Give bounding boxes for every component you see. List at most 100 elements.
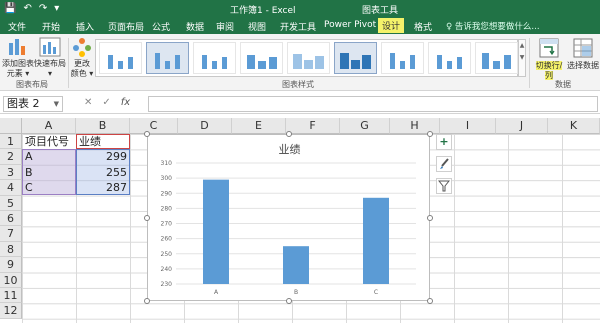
chart-styles-button[interactable]	[436, 156, 452, 172]
tab-file[interactable]: 文件	[8, 20, 26, 33]
y-tick-label: 250	[161, 251, 173, 258]
confirm-icon[interactable]: ✓	[102, 97, 110, 108]
tab-formulas[interactable]: 公式	[152, 20, 170, 33]
formula-input[interactable]	[148, 96, 598, 112]
column-header-d[interactable]: D	[178, 118, 232, 134]
resize-handle[interactable]	[144, 131, 150, 137]
select-data-label: 选择数据	[567, 61, 599, 70]
resize-handle[interactable]	[427, 131, 433, 137]
tab-page-layout[interactable]: 页面布局	[108, 20, 144, 33]
row-header-1[interactable]: 1	[0, 134, 22, 150]
tab-review[interactable]: 审阅	[216, 20, 234, 33]
chart-styles-gallery[interactable]	[95, 39, 518, 77]
chart-style-8[interactable]	[428, 42, 471, 74]
cell-a4[interactable]: C	[22, 180, 76, 195]
bar-b[interactable]	[283, 246, 309, 284]
group-label-layout: 图表布局	[16, 80, 48, 89]
switch-row-column-icon	[539, 38, 559, 58]
row-header-7[interactable]: 7	[0, 226, 22, 242]
column-header-b[interactable]: B	[76, 118, 130, 134]
insert-function-button[interactable]: fx	[121, 97, 130, 108]
row-header-8[interactable]: 8	[0, 241, 22, 258]
column-header-c[interactable]: C	[130, 118, 178, 134]
select-data-button[interactable]: 选择数据	[566, 37, 600, 71]
chart-style-3[interactable]	[193, 42, 236, 74]
column-header-k[interactable]: K	[548, 118, 600, 134]
resize-handle[interactable]	[427, 298, 433, 304]
select-all-corner[interactable]	[0, 118, 22, 134]
row-header-12[interactable]: 12	[0, 303, 22, 319]
customize-icon[interactable]: ▾	[54, 2, 59, 15]
add-chart-element-button[interactable]: 添加图表 元素 ▾	[2, 37, 34, 79]
tab-data[interactable]: 数据	[186, 20, 204, 33]
brush-icon	[440, 158, 449, 169]
chart-style-5[interactable]	[287, 42, 330, 74]
redo-icon[interactable]: ↷	[39, 2, 47, 15]
chart-elements-button[interactable]: +	[436, 134, 452, 150]
name-box-value: 图表 2	[7, 97, 40, 110]
chart-filters-button[interactable]	[436, 178, 452, 194]
quick-layout-label: 快速布局 ▾	[34, 59, 66, 78]
select-data-icon	[573, 38, 593, 58]
column-header-e[interactable]: E	[232, 118, 286, 134]
row-header-6[interactable]: 6	[0, 211, 22, 227]
column-header-i[interactable]: I	[440, 118, 496, 134]
cell-b3[interactable]: 255	[76, 165, 130, 180]
tab-design[interactable]: 设计	[378, 18, 405, 33]
resize-handle[interactable]	[286, 298, 292, 304]
cell-a2[interactable]: A	[22, 149, 76, 164]
bar-a[interactable]	[203, 179, 229, 284]
y-tick-label: 280	[161, 205, 173, 212]
resize-handle[interactable]	[286, 131, 292, 137]
chart-area[interactable]: 业绩 230 240 250 260 270 280 290 300 310 A B C	[144, 131, 433, 304]
cell-b2[interactable]: 299	[76, 149, 130, 164]
save-icon[interactable]: 💾	[4, 2, 16, 15]
x-tick-label: B	[294, 289, 298, 296]
change-colors-button[interactable]: 更改 颜色 ▾	[70, 37, 94, 79]
chart-style-1[interactable]	[99, 42, 142, 74]
cell-a1[interactable]: 项目代号	[22, 134, 76, 149]
gallery-scroll[interactable]: ▲ ▼	[518, 39, 526, 77]
resize-handle[interactable]	[144, 215, 150, 221]
column-header-a[interactable]: A	[22, 118, 76, 134]
tab-view[interactable]: 视图	[248, 20, 266, 33]
x-tick-label: C	[374, 289, 378, 296]
chart-style-2[interactable]	[146, 42, 189, 74]
cancel-icon[interactable]: ✕	[84, 97, 92, 108]
cell-b4[interactable]: 287	[76, 180, 130, 195]
row-header-2[interactable]: 2	[0, 149, 22, 165]
chart-style-9[interactable]	[475, 42, 518, 74]
resize-handle[interactable]	[427, 215, 433, 221]
row-header-3[interactable]: 3	[0, 164, 22, 181]
column-header-g[interactable]: G	[340, 118, 390, 134]
column-header-j[interactable]: J	[496, 118, 548, 134]
row-header-4[interactable]: 4	[0, 180, 22, 196]
column-header-f[interactable]: F	[286, 118, 340, 134]
row-header-11[interactable]: 11	[0, 288, 22, 304]
chevron-down-icon[interactable]: ▼	[54, 97, 59, 111]
ribbon-tabs: 文件 开始 插入 页面布局 公式 数据 审阅 视图 开发工具 Power Piv…	[0, 17, 600, 34]
tab-insert[interactable]: 插入	[76, 20, 94, 33]
cell-a3[interactable]: B	[22, 165, 76, 180]
quick-layout-button[interactable]: 快速布局 ▾	[34, 37, 66, 79]
chart-style-7[interactable]	[381, 42, 424, 74]
tab-power-pivot[interactable]: Power Pivot	[324, 20, 376, 30]
switch-row-column-button[interactable]: 切换行/列	[532, 37, 566, 81]
y-tick-label: 300	[161, 175, 173, 182]
tell-me-search[interactable]: ♀ 告诉我您想要做什么...	[446, 20, 540, 32]
name-box[interactable]: 图表 2 ▼	[3, 96, 63, 112]
row-header-9[interactable]: 9	[0, 257, 22, 273]
tab-home[interactable]: 开始	[42, 20, 60, 33]
tab-format[interactable]: 格式	[414, 20, 432, 33]
chart-plot[interactable]: 230 240 250 260 270 280 290 300 310 A B C	[148, 135, 431, 302]
row-header-10[interactable]: 10	[0, 272, 22, 288]
chart-style-4[interactable]	[240, 42, 283, 74]
cell-b1[interactable]: 业绩	[76, 134, 130, 149]
bar-c[interactable]	[363, 197, 389, 284]
chart-style-6[interactable]	[334, 42, 377, 74]
undo-icon[interactable]: ↶	[23, 2, 31, 15]
tab-developer[interactable]: 开发工具	[280, 20, 316, 33]
row-header-5[interactable]: 5	[0, 195, 22, 211]
add-chart-element-label: 添加图表 元素 ▾	[2, 59, 34, 78]
resize-handle[interactable]	[144, 298, 150, 304]
